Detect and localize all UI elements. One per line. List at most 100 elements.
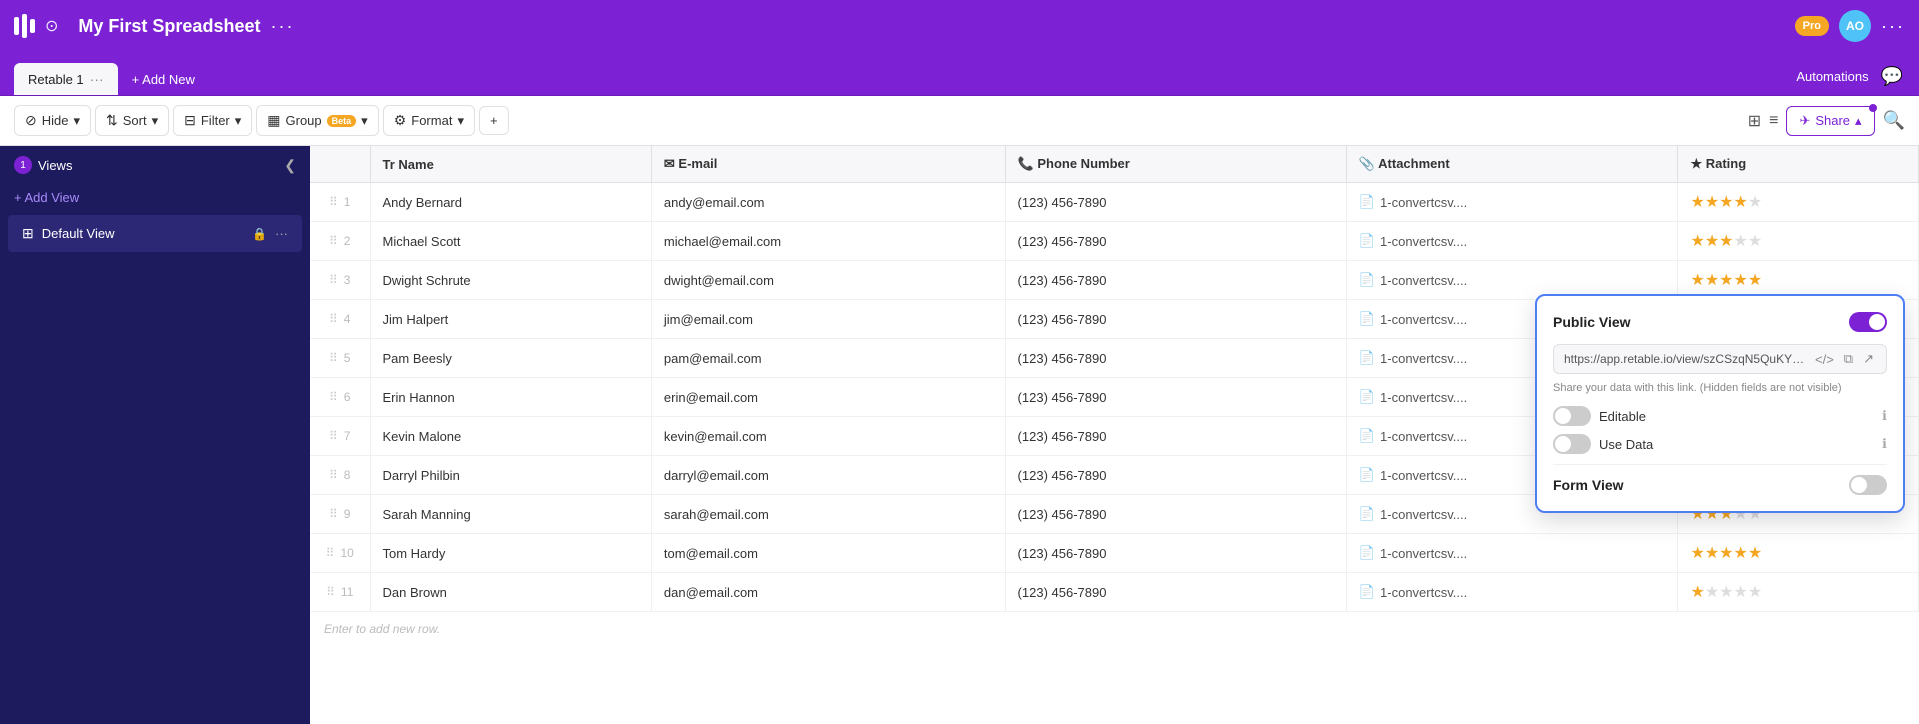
list-view-icon[interactable]: ≡ [1769, 112, 1778, 130]
email-cell[interactable]: darryl@email.com [651, 456, 1005, 495]
phone-cell[interactable]: (123) 456-7890 [1005, 261, 1346, 300]
code-icon[interactable]: </> [1813, 352, 1836, 367]
sort-button[interactable]: ⇅ Sort ▾ [95, 105, 169, 136]
sidebar-collapse-icon[interactable]: ❮ [284, 157, 296, 174]
sidebar-item-default-view[interactable]: ⊞ Default View 🔒 ··· [8, 215, 302, 252]
email-cell[interactable]: dan@email.com [651, 573, 1005, 612]
format-button[interactable]: ⚙ Format ▾ [383, 105, 475, 136]
email-cell[interactable]: andy@email.com [651, 183, 1005, 222]
name-cell[interactable]: Tom Hardy [370, 534, 651, 573]
name-cell[interactable]: Darryl Philbin [370, 456, 651, 495]
table-row[interactable]: ⠿10Tom Hardytom@email.com(123) 456-7890📄… [310, 534, 1919, 573]
name-cell[interactable]: Pam Beesly [370, 339, 651, 378]
automations-button[interactable]: Automations [1796, 69, 1868, 84]
star-5[interactable]: ★ [1748, 233, 1762, 250]
star-2[interactable]: ★ [1705, 233, 1719, 250]
avatar[interactable]: AO [1839, 10, 1871, 42]
chat-icon[interactable]: 💬 [1881, 66, 1903, 87]
star-5[interactable]: ★ [1748, 584, 1762, 601]
table-row[interactable]: ⠿1Andy Bernardandy@email.com(123) 456-78… [310, 183, 1919, 222]
email-cell[interactable]: michael@email.com [651, 222, 1005, 261]
attachment-cell[interactable]: 📄1-convertcsv.... [1346, 222, 1678, 261]
phone-cell[interactable]: (123) 456-7890 [1005, 573, 1346, 612]
phone-cell[interactable]: (123) 456-7890 [1005, 339, 1346, 378]
group-button[interactable]: ▦ Group Beta ▾ [256, 105, 378, 136]
col-name[interactable]: Tr Name [370, 146, 651, 183]
add-view-button[interactable]: + Add View [0, 184, 310, 211]
editable-info-icon[interactable]: ℹ [1882, 408, 1887, 424]
public-view-toggle[interactable] [1849, 312, 1887, 332]
name-cell[interactable]: Andy Bernard [370, 183, 651, 222]
add-row-hint[interactable]: Enter to add new row. [310, 612, 1919, 646]
name-cell[interactable]: Erin Hannon [370, 378, 651, 417]
star-5[interactable]: ★ [1748, 545, 1762, 562]
email-cell[interactable]: erin@email.com [651, 378, 1005, 417]
rating-cell[interactable]: ★★★★★ [1678, 573, 1919, 612]
search-button[interactable]: 🔍 [1883, 110, 1905, 131]
name-cell[interactable]: Dwight Schrute [370, 261, 651, 300]
tab-more-icon[interactable]: ··· [90, 71, 104, 87]
name-cell[interactable]: Kevin Malone [370, 417, 651, 456]
star-3[interactable]: ★ [1719, 545, 1733, 562]
star-4[interactable]: ★ [1734, 584, 1748, 601]
attachment-cell[interactable]: 📄1-convertcsv.... [1346, 534, 1678, 573]
attachment-cell[interactable]: 📄1-convertcsv.... [1346, 183, 1678, 222]
star-2[interactable]: ★ [1705, 545, 1719, 562]
header-more-button[interactable]: ··· [1881, 16, 1905, 37]
star-3[interactable]: ★ [1719, 233, 1733, 250]
star-4[interactable]: ★ [1734, 272, 1748, 289]
open-link-icon[interactable]: ↗ [1861, 351, 1876, 367]
star-1[interactable]: ★ [1690, 545, 1704, 562]
phone-cell[interactable]: (123) 456-7890 [1005, 183, 1346, 222]
filter-button[interactable]: ⊟ Filter ▾ [173, 105, 252, 136]
col-email[interactable]: ✉ E-mail [651, 146, 1005, 183]
star-5[interactable]: ★ [1748, 194, 1762, 211]
star-4[interactable]: ★ [1734, 194, 1748, 211]
email-cell[interactable]: jim@email.com [651, 300, 1005, 339]
star-3[interactable]: ★ [1719, 272, 1733, 289]
star-4[interactable]: ★ [1734, 233, 1748, 250]
add-new-tab-button[interactable]: + Add New [118, 64, 209, 95]
rating-cell[interactable]: ★★★★★ [1678, 222, 1919, 261]
use-data-info-icon[interactable]: ℹ [1882, 436, 1887, 452]
rating-cell[interactable]: ★★★★★ [1678, 534, 1919, 573]
star-4[interactable]: ★ [1734, 545, 1748, 562]
use-data-toggle[interactable] [1553, 434, 1591, 454]
grid-view-icon[interactable]: ⊞ [1748, 111, 1761, 131]
star-5[interactable]: ★ [1748, 272, 1762, 289]
name-cell[interactable]: Jim Halpert [370, 300, 651, 339]
star-2[interactable]: ★ [1705, 272, 1719, 289]
star-2[interactable]: ★ [1705, 584, 1719, 601]
name-cell[interactable]: Sarah Manning [370, 495, 651, 534]
phone-cell[interactable]: (123) 456-7890 [1005, 417, 1346, 456]
rating-cell[interactable]: ★★★★★ [1678, 183, 1919, 222]
phone-cell[interactable]: (123) 456-7890 [1005, 456, 1346, 495]
editable-toggle[interactable] [1553, 406, 1591, 426]
star-2[interactable]: ★ [1705, 194, 1719, 211]
table-row[interactable]: ⠿2Michael Scottmichael@email.com(123) 45… [310, 222, 1919, 261]
tab-retable1[interactable]: Retable 1 ··· [14, 63, 118, 95]
email-cell[interactable]: dwight@email.com [651, 261, 1005, 300]
table-row[interactable]: ⠿11Dan Browndan@email.com(123) 456-7890📄… [310, 573, 1919, 612]
app-more-button[interactable]: ··· [270, 16, 294, 37]
share-button[interactable]: ✈ Share ▴ [1786, 106, 1874, 136]
phone-cell[interactable]: (123) 456-7890 [1005, 495, 1346, 534]
star-3[interactable]: ★ [1719, 584, 1733, 601]
form-view-toggle[interactable] [1849, 475, 1887, 495]
star-1[interactable]: ★ [1690, 194, 1704, 211]
star-1[interactable]: ★ [1690, 233, 1704, 250]
phone-cell[interactable]: (123) 456-7890 [1005, 378, 1346, 417]
add-column-button[interactable]: + [479, 106, 509, 135]
email-cell[interactable]: sarah@email.com [651, 495, 1005, 534]
email-cell[interactable]: kevin@email.com [651, 417, 1005, 456]
phone-cell[interactable]: (123) 456-7890 [1005, 300, 1346, 339]
phone-cell[interactable]: (123) 456-7890 [1005, 222, 1346, 261]
name-cell[interactable]: Michael Scott [370, 222, 651, 261]
star-1[interactable]: ★ [1690, 584, 1704, 601]
phone-cell[interactable]: (123) 456-7890 [1005, 534, 1346, 573]
email-cell[interactable]: tom@email.com [651, 534, 1005, 573]
copy-icon[interactable]: ⧉ [1842, 351, 1855, 367]
attachment-cell[interactable]: 📄1-convertcsv.... [1346, 573, 1678, 612]
col-phone[interactable]: 📞 Phone Number [1005, 146, 1346, 183]
name-cell[interactable]: Dan Brown [370, 573, 651, 612]
